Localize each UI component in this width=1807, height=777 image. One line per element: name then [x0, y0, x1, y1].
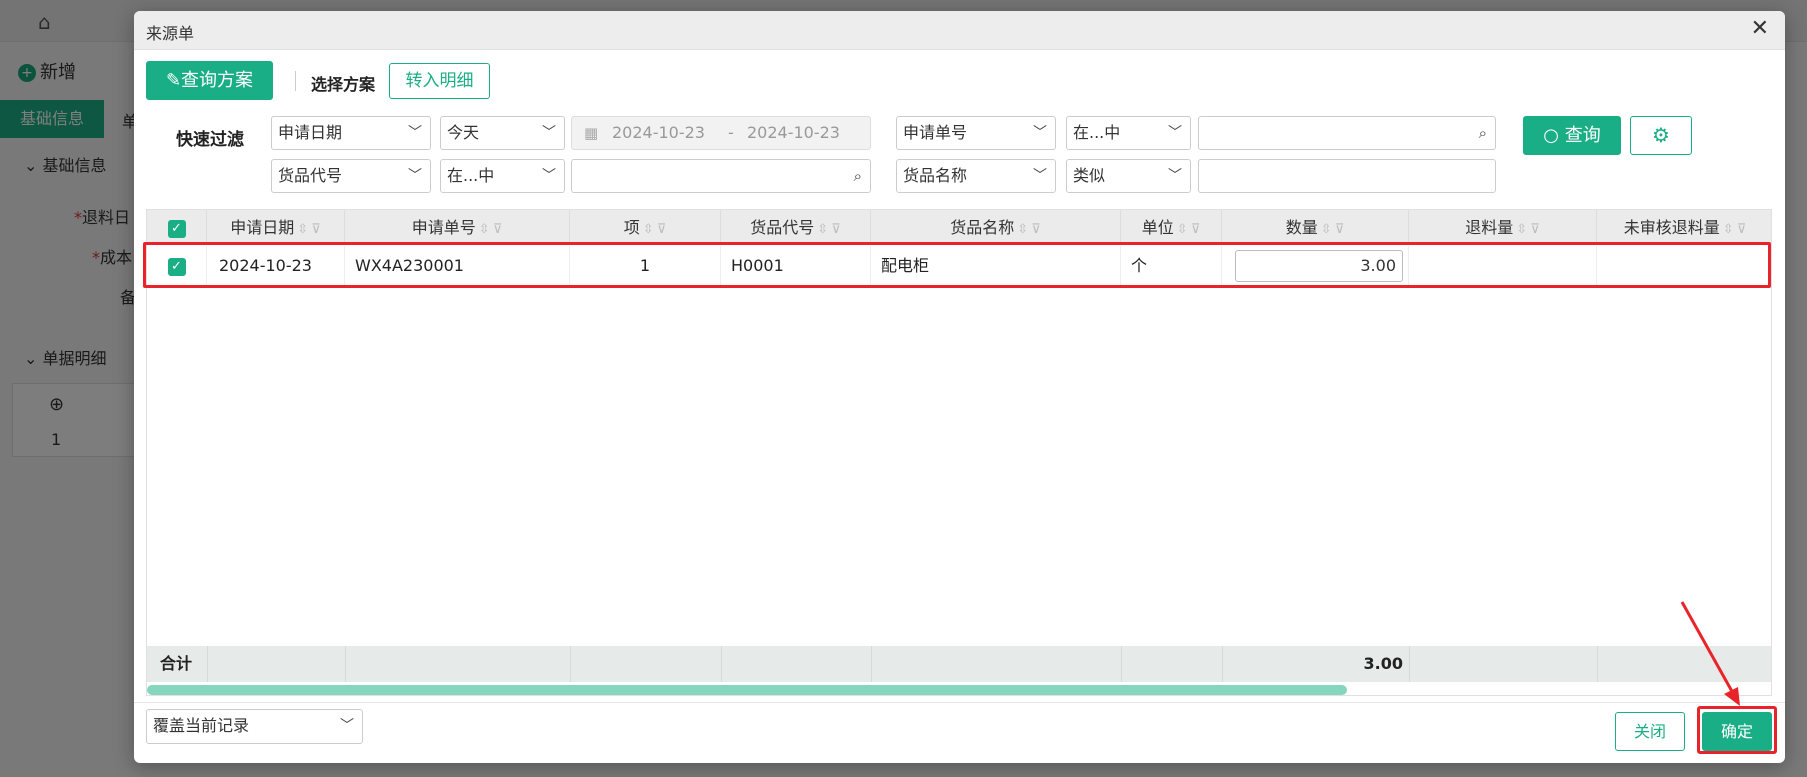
search-icon: ○	[1543, 125, 1559, 146]
filter-field-select-2[interactable]: 申请单号 ﹀	[896, 116, 1056, 150]
chevron-down-icon: ﹀	[1168, 125, 1182, 141]
chevron-down-icon: ﹀	[1033, 168, 1047, 184]
dialog-header: 来源单 ✕	[134, 11, 1785, 50]
sort-icon[interactable]: ⇳	[817, 222, 828, 237]
filter-field-select-3[interactable]: 货品代号 ﹀	[271, 159, 431, 193]
dialog-title: 来源单	[146, 24, 195, 43]
sort-icon[interactable]: ⇳	[1321, 222, 1332, 237]
import-mode-select[interactable]: 覆盖当前记录 ﹀	[146, 709, 363, 744]
footer-divider	[570, 646, 571, 682]
date-from: 2024-10-23	[612, 123, 705, 142]
goods-code-search-input[interactable]: ⌕	[571, 159, 871, 193]
source-document-dialog: 来源单 ✕ ✎查询方案 选择方案 转入明细 快速过滤 申请日期 ﹀ 今天 ﹀ ▦ 2…	[134, 11, 1785, 763]
close-button[interactable]: 关闭	[1615, 712, 1685, 751]
filter-op-select-1[interactable]: 今天 ﹀	[440, 116, 565, 150]
sort-icon[interactable]: ⇳	[297, 222, 308, 237]
filter-icon[interactable]: ⊽	[1191, 222, 1201, 237]
col-return-qty[interactable]: 退料量 ⇳ ⊽	[1409, 210, 1597, 245]
filter-icon[interactable]: ⊽	[1530, 222, 1540, 237]
col-qty[interactable]: 数量 ⇳ ⊽	[1222, 210, 1409, 245]
col-unaudited-return-qty[interactable]: 未审核退料量 ⇳ ⊽	[1597, 210, 1773, 245]
footer-divider-line	[134, 702, 1785, 703]
table-header: ✓ 申请日期 ⇳ ⊽ 申请单号 ⇳ ⊽ 项 ⇳ ⊽ 货品代号 ⇳ ⊽ 货品名称 ⇳ ⊽ 单位 ⇳ ⊽ 数…	[147, 210, 1771, 245]
date-to: 2024-10-23	[747, 123, 840, 142]
goods-name-input[interactable]	[1198, 159, 1496, 193]
sort-icon[interactable]: ⇳	[479, 222, 490, 237]
toolbar-divider	[295, 71, 296, 91]
apply-no-search-input[interactable]: ⌕	[1198, 116, 1496, 150]
search-icon[interactable]: ⌕	[1479, 117, 1487, 149]
chevron-down-icon: ﹀	[408, 125, 422, 141]
gear-icon: ⚙	[1652, 123, 1670, 147]
wrench-icon: ✎	[165, 70, 182, 91]
query-button[interactable]: ○ 查询	[1523, 116, 1621, 155]
search-icon[interactable]: ⌕	[854, 160, 862, 192]
chevron-down-icon: ﹀	[1168, 168, 1182, 184]
sort-icon[interactable]: ⇳	[1516, 222, 1527, 237]
filter-op-select-4[interactable]: 类似 ﹀	[1066, 159, 1191, 193]
filter-icon[interactable]: ⊽	[311, 222, 321, 237]
chevron-down-icon: ﹀	[340, 718, 354, 734]
calendar-icon: ▦	[584, 124, 599, 142]
footer-divider	[721, 646, 722, 682]
sort-icon[interactable]: ⇳	[643, 222, 654, 237]
footer-divider	[345, 646, 346, 682]
filter-icon[interactable]: ⊽	[493, 222, 503, 237]
sort-icon[interactable]: ⇳	[1017, 222, 1028, 237]
footer-divider	[1222, 646, 1223, 682]
settings-button[interactable]: ⚙	[1630, 116, 1692, 155]
sort-icon[interactable]: ⇳	[1177, 222, 1188, 237]
filter-op-select-3[interactable]: 在...中 ﹀	[440, 159, 565, 193]
col-unit[interactable]: 单位 ⇳ ⊽	[1121, 210, 1222, 245]
transfer-detail-button[interactable]: 转入明细	[389, 63, 490, 99]
footer-divider	[871, 646, 872, 682]
filter-icon[interactable]: ⊽	[1335, 222, 1345, 237]
chevron-down-icon: ﹀	[542, 168, 556, 184]
horizontal-scrollbar[interactable]	[147, 685, 1347, 695]
confirm-highlight-annotation	[1697, 706, 1777, 754]
footer-qty-sum: 3.00	[1363, 654, 1403, 673]
choose-plan-label[interactable]: 选择方案	[311, 71, 375, 95]
checkbox-checked-icon: ✓	[167, 219, 186, 238]
footer-divider	[1121, 646, 1122, 682]
filter-field-select-4[interactable]: 货品名称 ﹀	[896, 159, 1056, 193]
filter-field-select-1[interactable]: 申请日期 ﹀	[271, 116, 431, 150]
col-goods-code[interactable]: 货品代号 ⇳ ⊽	[721, 210, 871, 245]
date-separator: -	[728, 123, 734, 142]
filter-op-select-2[interactable]: 在...中 ﹀	[1066, 116, 1191, 150]
sort-icon[interactable]: ⇳	[1723, 222, 1734, 237]
table-footer: 合计 3.00	[147, 646, 1771, 682]
col-apply-no[interactable]: 申请单号 ⇳ ⊽	[345, 210, 570, 245]
footer-divider	[1409, 646, 1410, 682]
col-goods-name[interactable]: 货品名称 ⇳ ⊽	[871, 210, 1121, 245]
close-icon[interactable]: ✕	[1751, 16, 1769, 41]
chevron-down-icon: ﹀	[408, 168, 422, 184]
select-all-checkbox[interactable]: ✓	[147, 210, 207, 245]
filter-icon[interactable]: ⊽	[1031, 222, 1041, 237]
chevron-down-icon: ﹀	[542, 125, 556, 141]
chevron-down-icon: ﹀	[1033, 125, 1047, 141]
footer-divider	[207, 646, 208, 682]
query-plan-button[interactable]: ✎查询方案	[146, 61, 273, 100]
filter-icon[interactable]: ⊽	[657, 222, 667, 237]
col-item[interactable]: 项 ⇳ ⊽	[570, 210, 721, 245]
date-range-input[interactable]: ▦ 2024-10-23 - 2024-10-23	[571, 116, 871, 150]
quick-filter-label: 快速过滤	[176, 130, 244, 150]
row-highlight-annotation	[143, 242, 1771, 288]
col-apply-date[interactable]: 申请日期 ⇳ ⊽	[207, 210, 345, 245]
footer-total-label: 合计	[160, 654, 193, 673]
filter-icon[interactable]: ⊽	[1737, 222, 1747, 237]
filter-icon[interactable]: ⊽	[831, 222, 841, 237]
footer-divider	[1597, 646, 1598, 682]
